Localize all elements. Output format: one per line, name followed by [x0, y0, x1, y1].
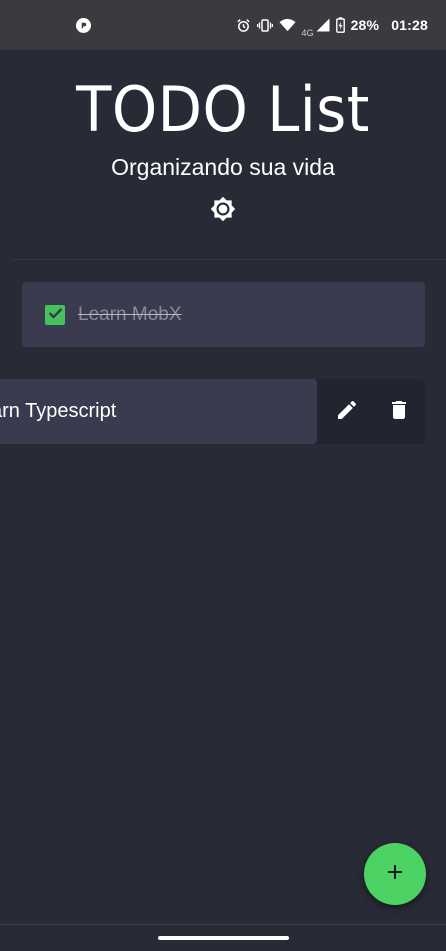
todo-item-swipe-row[interactable]: arn Typescript — [0, 379, 425, 444]
trash-icon — [387, 398, 411, 427]
battery-charging-icon — [335, 17, 345, 33]
plus-icon — [385, 862, 405, 887]
home-gesture-handle[interactable] — [158, 936, 289, 940]
status-bar: 4G 28% 01:28 — [0, 0, 446, 50]
page-title: TODO List — [76, 73, 370, 146]
pencil-icon — [335, 398, 359, 427]
status-time: 01:28 — [391, 17, 428, 33]
todo-item-learn-mobx[interactable]: Learn MobX — [22, 282, 425, 347]
add-todo-button[interactable] — [364, 843, 426, 905]
todo-text: Learn MobX — [78, 303, 182, 325]
todo-checkbox-checked[interactable] — [45, 304, 65, 325]
alarm-icon — [236, 18, 251, 33]
edit-todo-button[interactable] — [334, 399, 360, 425]
vibrate-icon — [256, 18, 273, 33]
header-divider — [12, 259, 446, 260]
app-notification-icon — [76, 17, 91, 33]
check-icon — [48, 306, 63, 324]
battery-percentage: 28% — [350, 17, 380, 33]
app-screen: 4G 28% 01:28 TODO List Organizando sua v… — [0, 0, 446, 951]
network-type: 4G — [301, 27, 314, 38]
theme-toggle-button[interactable] — [208, 196, 238, 226]
status-indicators: 4G 28% 01:28 — [236, 13, 428, 38]
todo-text: arn Typescript — [0, 400, 117, 422]
wifi-icon — [279, 18, 296, 32]
app-header: TODO List Organizando sua vida — [0, 50, 446, 260]
system-navigation-bar — [0, 924, 446, 951]
delete-todo-button[interactable] — [386, 399, 412, 425]
brightness-icon — [210, 196, 236, 227]
todo-item-learn-typescript[interactable]: arn Typescript — [0, 379, 317, 444]
cellular-signal-icon — [316, 18, 330, 32]
page-subtitle: Organizando sua vida — [111, 154, 335, 180]
